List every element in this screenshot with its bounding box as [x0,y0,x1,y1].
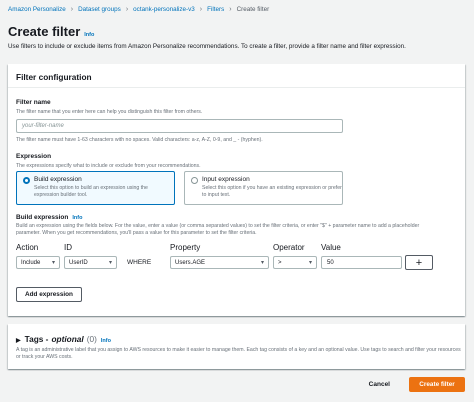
tags-optional: optional [51,334,84,344]
where-keyword: WHERE [127,259,152,266]
operator-select-value: > [278,259,282,266]
add-expression-button[interactable]: Add expression [16,287,82,302]
page-title: Create filter [8,24,81,39]
build-expression-desc-line2: parameter. When you get recommendations,… [16,230,257,236]
chevron-right-icon: › [229,6,232,13]
tags-title: Tags - [24,334,49,344]
filter-configuration-panel: Filter configuration Filter name The fil… [8,64,465,316]
chevron-right-icon: › [70,6,74,13]
breadcrumb-filters[interactable]: Filters [207,6,224,13]
tags-info-link[interactable]: Info [101,338,111,344]
chevron-right-icon: › [199,6,203,13]
breadcrumb: Amazon Personalize › Dataset groups › oc… [8,6,269,13]
build-expression-info-link[interactable]: Info [72,215,82,221]
breadcrumb-dataset-group[interactable]: octank-personalize-v3 [133,6,195,13]
column-id: ID [64,243,72,252]
radio-unselected-icon[interactable] [191,177,198,184]
create-filter-button[interactable]: Create filter [409,377,465,392]
expression-label: Expression [16,153,52,160]
filter-name-input[interactable]: your-filter-name [16,119,343,133]
action-select-value: Include [21,259,41,266]
column-value: Value [321,243,341,252]
filter-name-constraint: The filter name must have 1-63 character… [16,137,263,143]
page-subtitle: Use filters to include or exclude items … [8,43,406,50]
input-expression-title: Input expression [202,176,250,183]
chevron-right-icon: › [125,6,129,13]
build-expression-desc-line1: Build an expression using the fields bel… [16,223,420,229]
chevron-down-icon: ▾ [51,260,55,266]
panel-heading: Filter configuration [16,72,92,82]
breadcrumb-dataset-groups[interactable]: Dataset groups [78,6,121,13]
plus-icon: + [415,256,423,269]
action-select[interactable]: Include ▾ [16,256,60,269]
breadcrumb-amazon-personalize[interactable]: Amazon Personalize [8,6,66,13]
column-property: Property [170,243,201,252]
build-expression-label: Build expression [16,214,69,221]
panel-header: Filter configuration [8,64,465,88]
chevron-down-icon: ▾ [308,260,312,266]
input-expression-option[interactable]: Input expression Select this option if y… [184,171,343,205]
expression-description: The expressions specify what to include … [16,163,201,169]
breadcrumb-current: Create filter [236,6,270,13]
radio-selected-icon[interactable] [23,177,30,184]
column-operator: Operator [273,243,305,252]
build-expression-title: Build expression [34,176,82,183]
add-condition-button[interactable]: + [405,255,433,270]
build-expression-option[interactable]: Build expression Select this option to b… [16,171,175,205]
tags-header[interactable]: ▶ Tags - optional (0) Info [16,334,111,344]
chevron-down-icon: ▾ [260,260,264,266]
column-action: Action [16,243,39,252]
tags-count: (0) [86,334,97,344]
tags-panel: ▶ Tags - optional (0) Info A tag is an a… [8,324,465,369]
id-select[interactable]: UserID ▾ [64,256,117,269]
filter-name-description: The filter name that you enter here can … [16,109,203,115]
tags-description: A tag is an administrative label that yo… [16,347,461,360]
operator-select[interactable]: > ▾ [273,256,317,269]
filter-name-label: Filter name [16,99,51,106]
build-expression-description: Select this option to build an expressio… [34,185,148,198]
title-info-link[interactable]: Info [84,32,94,38]
property-select[interactable]: Users.AGE ▾ [170,256,269,269]
id-select-value: UserID [69,259,88,266]
caret-right-icon[interactable]: ▶ [16,337,21,344]
chevron-down-icon: ▾ [108,260,112,266]
input-expression-description: Select this option if you have an existi… [202,185,342,198]
property-select-value: Users.AGE [175,259,206,266]
cancel-button[interactable]: Cancel [369,381,390,388]
page-title-row: Create filter Info [8,24,94,39]
value-input[interactable]: 50 [321,256,402,269]
build-expression-heading: Build expression Info [16,214,82,221]
